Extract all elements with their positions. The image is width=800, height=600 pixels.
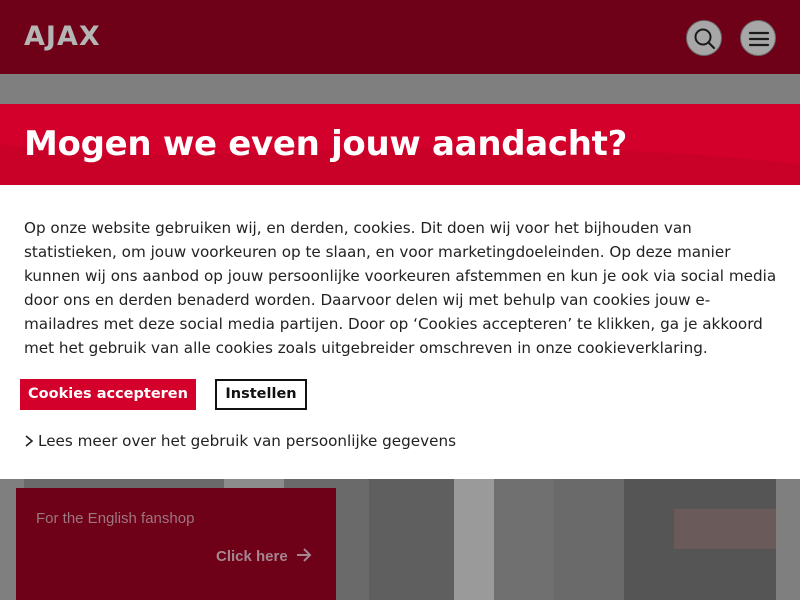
accept-cookies-button[interactable]: Cookies accepteren bbox=[20, 379, 196, 410]
cookie-consent-modal: Mogen we even jouw aandacht? Op onze web… bbox=[0, 104, 800, 479]
click-here-link[interactable]: Click here bbox=[216, 548, 312, 565]
search-icon bbox=[694, 28, 716, 50]
cookie-settings-button[interactable]: Instellen bbox=[215, 379, 307, 410]
site-header: AJAX bbox=[0, 0, 800, 74]
english-fanshop-promo: For the English fanshop Click here bbox=[16, 488, 336, 600]
promo-text: For the English fanshop bbox=[36, 510, 195, 527]
ajax-logo[interactable]: AJAX bbox=[24, 21, 101, 52]
personal-data-info-link[interactable]: Lees meer over het gebruik van persoonli… bbox=[24, 432, 456, 450]
cookie-modal-body: Op onze website gebruiken wij, en derden… bbox=[24, 219, 777, 357]
cookie-modal-title: Mogen we even jouw aandacht? bbox=[24, 124, 628, 164]
hamburger-menu-icon bbox=[748, 31, 770, 47]
arrow-right-icon bbox=[292, 548, 312, 565]
more-link-label: Lees meer over het gebruik van persoonli… bbox=[38, 432, 456, 450]
search-button[interactable] bbox=[686, 20, 722, 56]
menu-button[interactable] bbox=[740, 20, 776, 56]
cookie-modal-header: Mogen we even jouw aandacht? bbox=[0, 104, 800, 185]
promo-link-label: Click here bbox=[216, 548, 288, 565]
chevron-right-icon bbox=[24, 432, 38, 450]
